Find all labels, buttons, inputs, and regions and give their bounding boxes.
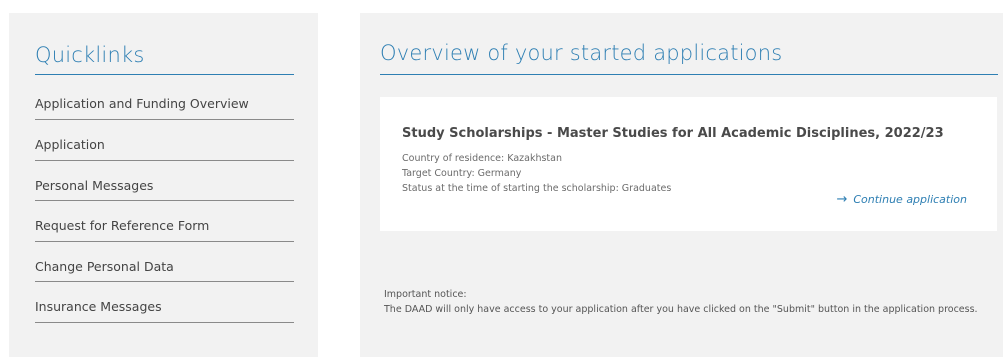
notice-text: The DAAD will only have access to your a…: [384, 304, 978, 315]
quicklinks-title: Quicklinks: [35, 13, 294, 75]
application-name: Study Scholarships - Master Studies for …: [402, 126, 944, 141]
quicklink-application[interactable]: Application: [35, 120, 294, 161]
important-notice: Important notice: The DAAD will only hav…: [384, 287, 984, 317]
applications-overview-panel: Overview of your started applications St…: [360, 13, 1003, 357]
page: Quicklinks Application and Funding Overv…: [0, 0, 1003, 357]
arrow-right-icon: →: [836, 192, 848, 207]
target-country: Target Country: Germany: [402, 168, 522, 179]
country-of-residence: Country of residence: Kazakhstan: [402, 153, 562, 164]
quicklink-insurance-messages[interactable]: Insurance Messages: [35, 282, 294, 323]
continue-application-label: Continue application: [853, 193, 967, 206]
application-card: Study Scholarships - Master Studies for …: [380, 97, 997, 231]
quicklink-application-funding-overview[interactable]: Application and Funding Overview: [35, 75, 294, 120]
quicklink-personal-messages[interactable]: Personal Messages: [35, 161, 294, 201]
quicklink-change-personal-data[interactable]: Change Personal Data: [35, 242, 294, 282]
quicklinks-list: Application and Funding Overview Applica…: [35, 75, 294, 323]
quicklinks-panel: Quicklinks Application and Funding Overv…: [9, 13, 318, 357]
quicklink-request-reference-form[interactable]: Request for Reference Form: [35, 201, 294, 242]
notice-heading: Important notice:: [384, 289, 467, 300]
overview-title: Overview of your started applications: [380, 13, 998, 75]
continue-application-link[interactable]: → Continue application: [836, 193, 967, 206]
